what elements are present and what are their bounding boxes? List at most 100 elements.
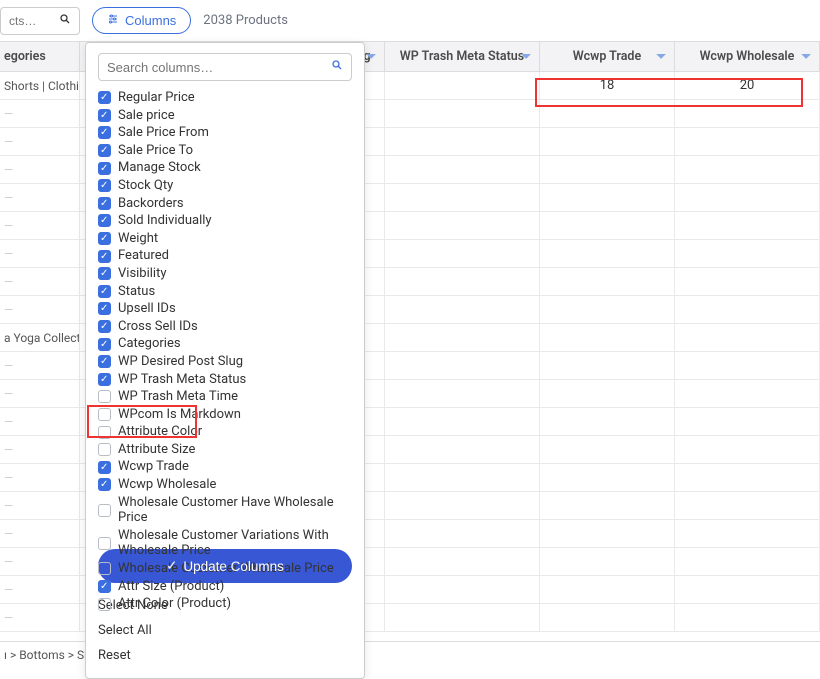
column-header-categories[interactable]: egories	[0, 42, 80, 71]
cell[interactable]	[385, 296, 540, 323]
cell[interactable]	[540, 604, 675, 631]
cell[interactable]	[540, 576, 675, 603]
cell[interactable]	[675, 492, 820, 519]
cell[interactable]: —	[0, 240, 80, 267]
cell[interactable]	[385, 156, 540, 183]
checkbox[interactable]	[98, 302, 111, 315]
cell-wholesale[interactable]: 20	[675, 72, 820, 99]
cell[interactable]	[540, 100, 675, 127]
cell[interactable]	[675, 408, 820, 435]
cell[interactable]: —	[0, 464, 80, 491]
columns-search[interactable]	[98, 53, 352, 81]
checkbox[interactable]	[98, 197, 111, 210]
column-option[interactable]: WP Trash Meta Time	[98, 388, 352, 406]
cell[interactable]	[540, 128, 675, 155]
checkbox[interactable]	[98, 580, 111, 593]
cell[interactable]	[385, 324, 540, 351]
checkbox[interactable]	[98, 598, 111, 611]
column-option[interactable]: Stock Qty	[98, 177, 352, 195]
checkbox[interactable]	[98, 91, 111, 104]
cell[interactable]: —	[0, 408, 80, 435]
cell[interactable]	[385, 352, 540, 379]
cell[interactable]: —	[0, 604, 80, 631]
cell[interactable]	[540, 464, 675, 491]
product-search[interactable]	[0, 7, 80, 35]
cell[interactable]	[675, 548, 820, 575]
cell[interactable]: —	[0, 520, 80, 547]
checkbox[interactable]	[98, 461, 111, 474]
column-option[interactable]: Sale price	[98, 107, 352, 125]
checkbox[interactable]	[98, 162, 111, 175]
column-header-wcwp-wholesale[interactable]: Wcwp Wholesale⏷	[675, 42, 820, 71]
cell[interactable]	[675, 604, 820, 631]
column-option[interactable]: Sale Price From	[98, 124, 352, 142]
cell[interactable]	[385, 212, 540, 239]
cell[interactable]	[675, 268, 820, 295]
cell[interactable]: —	[0, 100, 80, 127]
cell[interactable]	[675, 436, 820, 463]
cell[interactable]	[385, 492, 540, 519]
column-option[interactable]: Status	[98, 283, 352, 301]
cell[interactable]: —	[0, 268, 80, 295]
cell[interactable]: —	[0, 380, 80, 407]
cell[interactable]	[675, 100, 820, 127]
cell[interactable]: —	[0, 548, 80, 575]
column-option[interactable]: Wholesale Customer Variations With Whole…	[98, 527, 352, 560]
column-option[interactable]: Weight	[98, 230, 352, 248]
cell[interactable]	[675, 212, 820, 239]
product-search-input[interactable]	[9, 14, 59, 28]
cell[interactable]	[675, 380, 820, 407]
cell[interactable]	[675, 296, 820, 323]
cell[interactable]: —	[0, 128, 80, 155]
checkbox[interactable]	[98, 144, 111, 157]
cell[interactable]	[675, 352, 820, 379]
cell[interactable]	[385, 408, 540, 435]
cell-categories[interactable]: Shorts | Clothing >	[0, 72, 80, 99]
search-icon[interactable]	[331, 59, 343, 75]
checkbox[interactable]	[98, 504, 111, 517]
cell[interactable]	[385, 380, 540, 407]
cell[interactable]	[675, 324, 820, 351]
column-option[interactable]: Featured	[98, 247, 352, 265]
checkbox[interactable]	[98, 390, 111, 403]
columns-search-input[interactable]	[107, 60, 331, 75]
checkbox[interactable]	[98, 285, 111, 298]
search-icon[interactable]	[59, 13, 71, 29]
cell[interactable]	[540, 156, 675, 183]
checkbox[interactable]	[98, 338, 111, 351]
column-option[interactable]: Sale Price To	[98, 142, 352, 160]
checkbox[interactable]	[98, 250, 111, 263]
cell[interactable]	[540, 380, 675, 407]
cell[interactable]	[540, 296, 675, 323]
cell[interactable]	[385, 128, 540, 155]
cell[interactable]	[385, 268, 540, 295]
cell[interactable]	[675, 464, 820, 491]
checkbox[interactable]	[98, 232, 111, 245]
checkbox[interactable]	[98, 214, 111, 227]
cell[interactable]	[540, 436, 675, 463]
cell[interactable]	[675, 156, 820, 183]
column-option[interactable]: Cross Sell IDs	[98, 318, 352, 336]
column-option[interactable]: Manage Stock	[98, 159, 352, 177]
cell[interactable]: —	[0, 212, 80, 239]
column-option[interactable]: Sold Individually	[98, 212, 352, 230]
column-option[interactable]: Wholesale Customer Have Wholesale Price	[98, 494, 352, 527]
column-option[interactable]: Regular Price	[98, 89, 352, 107]
cell[interactable]: a Yoga Collection |	[0, 324, 80, 351]
cell[interactable]: —	[0, 436, 80, 463]
cell[interactable]	[385, 436, 540, 463]
column-option[interactable]: Wcwp Trade	[98, 458, 352, 476]
cell[interactable]	[385, 184, 540, 211]
checkbox[interactable]	[98, 373, 111, 386]
cell[interactable]	[385, 240, 540, 267]
cell-trade[interactable]: 18	[540, 72, 675, 99]
reset-link[interactable]: Reset	[98, 643, 352, 668]
select-all-link[interactable]: Select All	[98, 618, 352, 643]
column-option[interactable]: Categories	[98, 335, 352, 353]
checkbox[interactable]	[98, 179, 111, 192]
cell[interactable]	[540, 268, 675, 295]
cell[interactable]	[675, 520, 820, 547]
column-option[interactable]: WPcom Is Markdown	[98, 406, 352, 424]
column-option[interactable]: Backorders	[98, 195, 352, 213]
checkbox[interactable]	[98, 355, 111, 368]
